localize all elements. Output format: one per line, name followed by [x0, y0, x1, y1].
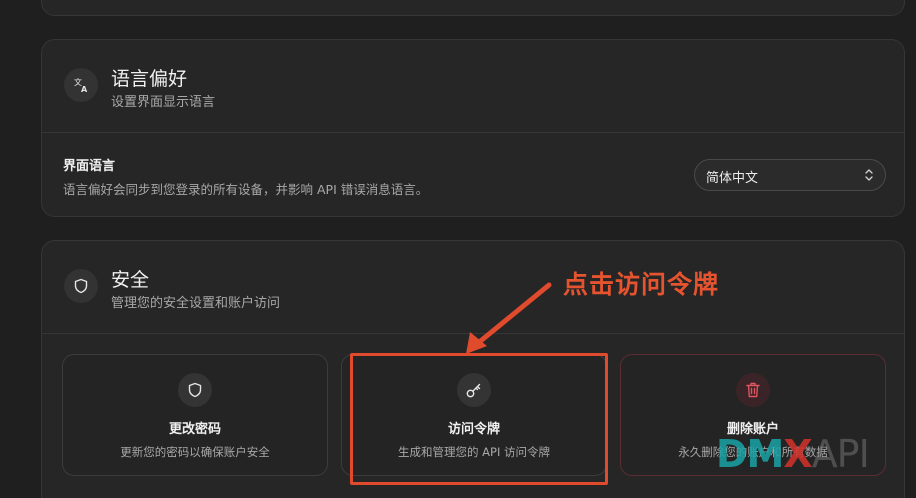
shield-icon [64, 269, 98, 303]
dmxapi-watermark: DMXAPI [716, 432, 870, 476]
interface-language-label: 界面语言 [63, 159, 116, 174]
change-password-tile[interactable]: 更改密码 更新您的密码以确保账户安全 [62, 354, 328, 476]
language-card-title: 语言偏好 [111, 68, 188, 90]
change-password-title: 更改密码 [168, 422, 221, 437]
annotation-arrow-icon [466, 282, 552, 354]
language-select-value: 简体中文 [706, 171, 759, 186]
interface-language-description: 语言偏好会同步到您登录的所有设备，并影响 API 错误消息语言。 [63, 182, 429, 197]
svg-text:A: A [81, 85, 88, 93]
key-icon [457, 373, 491, 407]
security-card-subtitle: 管理您的安全设置和账户访问 [111, 296, 281, 311]
annotation-label: 点击访问令牌 [563, 270, 720, 299]
watermark-m: M [746, 432, 785, 476]
language-select[interactable]: 简体中文 [694, 159, 886, 191]
watermark-d: D [716, 432, 748, 476]
language-card-subtitle: 设置界面显示语言 [111, 95, 216, 110]
trash-icon [736, 373, 770, 407]
language-preference-card: 文 A 语言偏好 设置界面显示语言 界面语言 语言偏好会同步到您登录的所有设备，… [41, 39, 905, 217]
watermark-x: X [783, 432, 812, 476]
language-card-header: 文 A 语言偏好 设置界面显示语言 [42, 40, 904, 133]
access-token-desc: 生成和管理您的 API 访问令牌 [397, 445, 550, 459]
shield-icon [178, 373, 212, 407]
chevron-up-down-icon [865, 169, 873, 181]
previous-settings-card [41, 0, 905, 16]
translate-icon: 文 A [64, 68, 98, 102]
watermark-api: API [811, 432, 870, 476]
security-card-title: 安全 [111, 269, 150, 291]
access-token-title: 访问令牌 [447, 422, 500, 437]
access-token-tile[interactable]: 访问令牌 生成和管理您的 API 访问令牌 [341, 354, 607, 476]
change-password-desc: 更新您的密码以确保账户安全 [120, 445, 270, 459]
